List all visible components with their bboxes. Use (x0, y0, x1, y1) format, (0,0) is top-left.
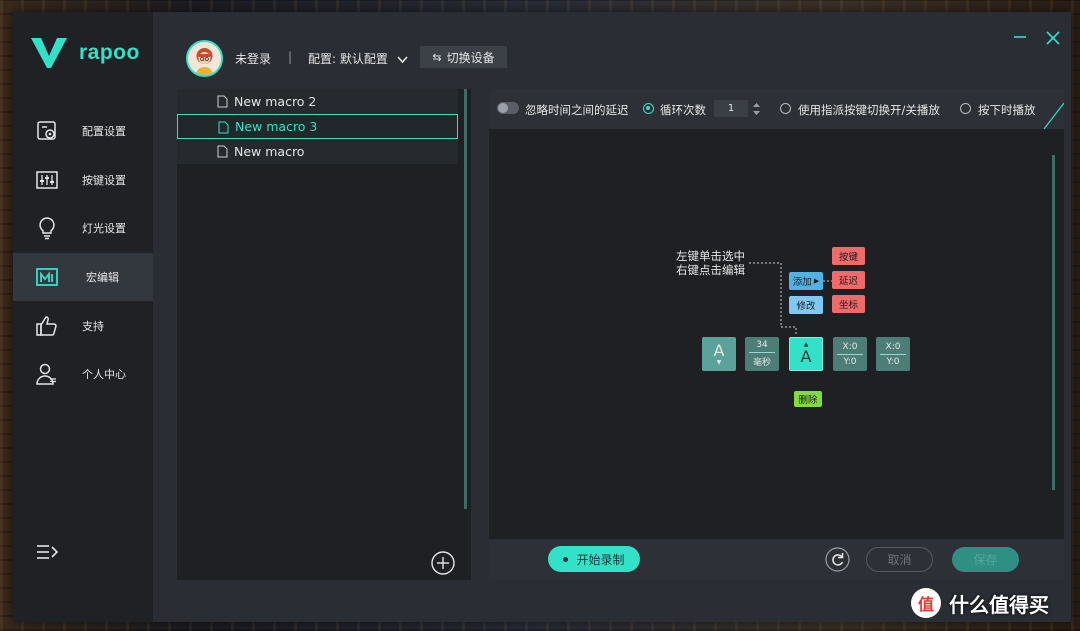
swap-arrows-icon: ⇆ (432, 50, 442, 64)
list-item[interactable]: New macro 3 (177, 114, 458, 139)
delay-unit: 毫秒 (752, 358, 771, 368)
avatar[interactable] (186, 40, 223, 77)
brand-name: rapoo (79, 41, 140, 64)
coord-x: X:0 (885, 341, 901, 352)
document-icon (217, 95, 228, 108)
list-item[interactable]: New macro 2 (177, 89, 458, 114)
sidebar-item-label: 灯光设置 (82, 222, 126, 236)
collapse-menu-icon[interactable] (35, 540, 59, 564)
macro-name: New macro 3 (235, 119, 318, 134)
lightbulb-icon (35, 216, 59, 240)
thumbs-up-icon (35, 314, 59, 338)
start-recording-button[interactable]: 开始录制 (548, 546, 640, 572)
step-key: A (800, 347, 812, 366)
add-coordinate-button[interactable]: 坐标 (832, 295, 865, 313)
close-icon[interactable] (1046, 30, 1060, 45)
macro-step-delay[interactable]: 34 毫秒 (745, 337, 779, 371)
config-icon (35, 119, 59, 143)
arrow-down-icon: ▼ (716, 359, 722, 366)
macro-step-key-down[interactable]: A ▼ (702, 337, 736, 371)
document-icon (217, 145, 228, 158)
coord-x: X:0 (842, 341, 858, 352)
record-label: 开始录制 (576, 552, 625, 567)
switch-device-label: 切换设备 (446, 50, 495, 65)
sidebar-item-label: 宏编辑 (86, 271, 119, 285)
macro-step-coordinate[interactable]: X:0 Y:0 (876, 337, 910, 371)
login-status[interactable]: 未登录 (235, 50, 271, 67)
editor-bottom-bar: 开始录制 取消 保存 (489, 539, 1064, 580)
caret-right-icon: ▶ (813, 277, 820, 285)
macro-step-coordinate[interactable]: X:0 Y:0 (833, 337, 867, 371)
plus-circle-icon (431, 551, 455, 575)
watermark-text: 什么值得买 (949, 592, 1049, 617)
app-window: rapoo 配置设置 按键设置 灯光设置 宏编辑 支持 个人中心 未登录 | 配… (13, 12, 1071, 622)
macro-name: New macro 2 (234, 94, 317, 109)
add-delay-button[interactable]: 延迟 (832, 271, 865, 289)
rapoo-logo: rapoo (31, 38, 140, 68)
v-logo-icon (31, 38, 67, 68)
sidebar-item-label: 支持 (82, 319, 104, 333)
sliders-icon (35, 168, 59, 192)
add-key-button[interactable]: 按键 (832, 247, 865, 265)
sidebar-item-label: 配置设置 (82, 125, 126, 139)
add-step-button[interactable]: 添加 ▶ (789, 272, 823, 290)
divider (749, 352, 775, 353)
add-label: 添加 (792, 277, 812, 288)
save-button[interactable]: 保存 (952, 547, 1019, 572)
coord-y: Y:0 (843, 356, 857, 367)
site-watermark: 值 什么值得买 (911, 588, 1049, 618)
config-selector-label[interactable]: 配置: 默认配置 (308, 50, 388, 67)
sidebar-item-profile[interactable]: 个人中心 (13, 350, 153, 399)
list-item[interactable]: New macro (177, 139, 458, 164)
sidebar-item-keys[interactable]: 按键设置 (13, 156, 153, 205)
macro-editor-panel: 忽略时间之间的延迟 循环次数 1 使用指派按键切换开/关播放 按下时播放 左键单… (489, 89, 1064, 580)
switch-device-button[interactable]: ⇆ 切换设备 (420, 46, 507, 68)
document-icon (218, 121, 229, 134)
user-icon (35, 362, 59, 386)
sidebar-item-config[interactable]: 配置设置 (13, 107, 153, 156)
macro-icon (35, 265, 59, 289)
delay-value: 34 (756, 340, 768, 350)
modify-step-button[interactable]: 修改 (789, 296, 823, 314)
macro-name: New macro (234, 144, 305, 159)
add-macro-button[interactable] (431, 551, 455, 575)
sidebar-item-label: 个人中心 (82, 368, 126, 382)
sidebar-item-label: 按键设置 (82, 173, 126, 187)
sidebar-nav: 配置设置 按键设置 灯光设置 宏编辑 支持 个人中心 (13, 107, 153, 399)
delete-step-button[interactable]: 删除 (794, 391, 822, 407)
record-dot-icon (563, 556, 569, 562)
coord-y: Y:0 (886, 356, 900, 367)
chevron-down-icon[interactable] (396, 51, 409, 64)
refresh-icon (825, 547, 850, 572)
macro-step-key-up[interactable]: ▲ A (789, 337, 823, 371)
header-separator: | (288, 50, 293, 64)
watermark-logo: 值 (911, 588, 941, 618)
sidebar: rapoo 配置设置 按键设置 灯光设置 宏编辑 支持 个人中心 (13, 12, 153, 622)
hint-connector-lines (749, 262, 832, 336)
reset-button[interactable] (825, 547, 850, 572)
scrollbar[interactable] (464, 89, 467, 509)
sidebar-item-support[interactable]: 支持 (13, 301, 153, 350)
minimize-icon[interactable] (1013, 28, 1027, 42)
divider (837, 353, 863, 355)
sidebar-item-macro[interactable]: 宏编辑 (13, 252, 153, 302)
cancel-button[interactable]: 取消 (866, 547, 933, 572)
sidebar-item-lighting[interactable]: 灯光设置 (13, 204, 153, 253)
divider (880, 353, 906, 355)
macro-list-panel: New macro 2 New macro 3 New macro (177, 89, 471, 580)
step-key: A (713, 341, 725, 360)
